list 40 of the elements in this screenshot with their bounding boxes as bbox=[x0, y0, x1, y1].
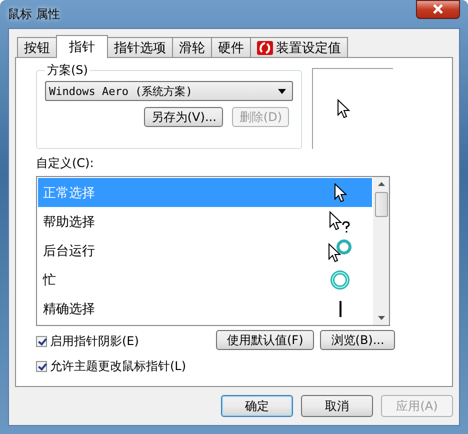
window-title: 鼠标 属性 bbox=[8, 6, 60, 22]
pointer-arrow-icon bbox=[336, 99, 350, 119]
list-action-button[interactable]: 浏览(B)... bbox=[320, 330, 396, 350]
dialog-button[interactable]: 取消 bbox=[301, 395, 373, 417]
scroll-up-icon bbox=[378, 182, 384, 186]
tab[interactable]: 指针选项 bbox=[107, 37, 173, 57]
pointer-arrow-icon bbox=[334, 182, 346, 202]
scrollbar-thumb[interactable] bbox=[374, 192, 388, 217]
arrow-question-icon bbox=[329, 210, 351, 232]
item-name: 后台运行 bbox=[43, 242, 95, 260]
close-button[interactable] bbox=[416, 0, 460, 18]
shadow-checkbox[interactable]: 启用指针阴影(E) bbox=[36, 332, 139, 350]
caret-icon bbox=[278, 88, 286, 94]
list-item[interactable]: 精确选择 bbox=[38, 294, 372, 323]
item-name: 正常选择 bbox=[43, 184, 95, 202]
list-item[interactable]: 忙 bbox=[38, 265, 372, 294]
list-label: 自定义(C): bbox=[36, 155, 95, 172]
close-icon bbox=[432, 4, 444, 14]
tab[interactable]: 按钮 bbox=[17, 37, 57, 57]
scroll-down-icon bbox=[378, 316, 384, 320]
list-item[interactable]: 帮助选择 bbox=[38, 207, 372, 236]
text-beam-icon bbox=[338, 300, 342, 316]
theme-checkbox[interactable]: 允许主题更改鼠标指针(L) bbox=[36, 358, 186, 375]
scheme-button[interactable]: 另存为(V)... bbox=[144, 107, 224, 127]
list-action-button[interactable]: 使用默认值(F) bbox=[216, 330, 314, 350]
tab[interactable]: 滑轮 bbox=[172, 37, 212, 57]
dialog-button[interactable]: 确定 bbox=[221, 395, 293, 417]
busy-ring-icon bbox=[330, 270, 350, 290]
item-name: 忙 bbox=[43, 272, 56, 288]
tab[interactable]: 装置设定值 bbox=[250, 37, 348, 57]
list-item[interactable]: 后台运行 bbox=[38, 236, 372, 265]
arrow-ring-icon bbox=[328, 238, 352, 262]
group-label: 方案(S) bbox=[46, 62, 89, 79]
scrollbar[interactable] bbox=[373, 177, 389, 325]
item-name: 精确选择 bbox=[43, 300, 95, 318]
tab[interactable]: 硬件 bbox=[211, 37, 251, 57]
scheme-dropdown[interactable]: Windows Aero (系统方案) bbox=[45, 81, 293, 101]
item-name: 帮助选择 bbox=[43, 214, 95, 230]
tab[interactable]: 指针 bbox=[56, 35, 108, 58]
device-logo-icon bbox=[257, 40, 273, 54]
